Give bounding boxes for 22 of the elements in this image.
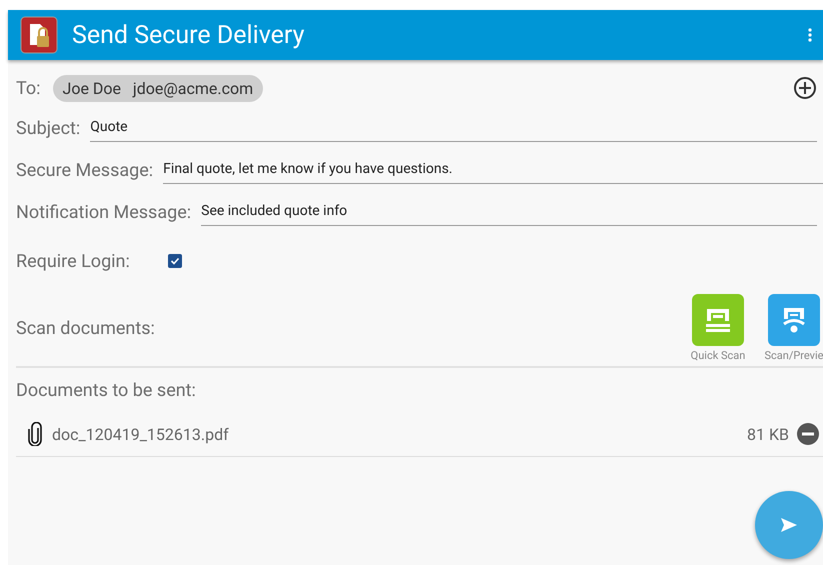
field-label: Secure Message: [16,160,154,180]
more-icon[interactable] [807,27,813,43]
input-field[interactable]: Quote [90,114,817,142]
checkbox[interactable] [168,254,182,268]
document-name: doc_120419_152613.pdf [52,424,229,444]
scan-label: Scan documents: [16,318,155,338]
field-label: Notification Message: [16,202,192,222]
document-size: 81 KB [747,424,789,444]
add-icon[interactable] [793,76,817,100]
checkmark-icon [170,256,180,266]
input-field[interactable]: See included quote info [201,198,817,226]
field-label: Subject: [16,118,80,138]
app-logo-icon [20,16,58,54]
require-login-label: Require Login: [16,250,130,272]
paperclip-icon [28,422,42,446]
send-icon [781,518,797,532]
documents-label: Documents to be sent: [16,380,196,400]
app-title: Send Secure Delivery [72,20,306,50]
remove-icon[interactable] [797,423,819,445]
to-label: To: [16,78,40,98]
input-field[interactable]: Final quote, let me know if you have questions. [163,156,823,184]
recipient-chip[interactable]: Joe Doe jdoe@acme.com [52,74,264,102]
